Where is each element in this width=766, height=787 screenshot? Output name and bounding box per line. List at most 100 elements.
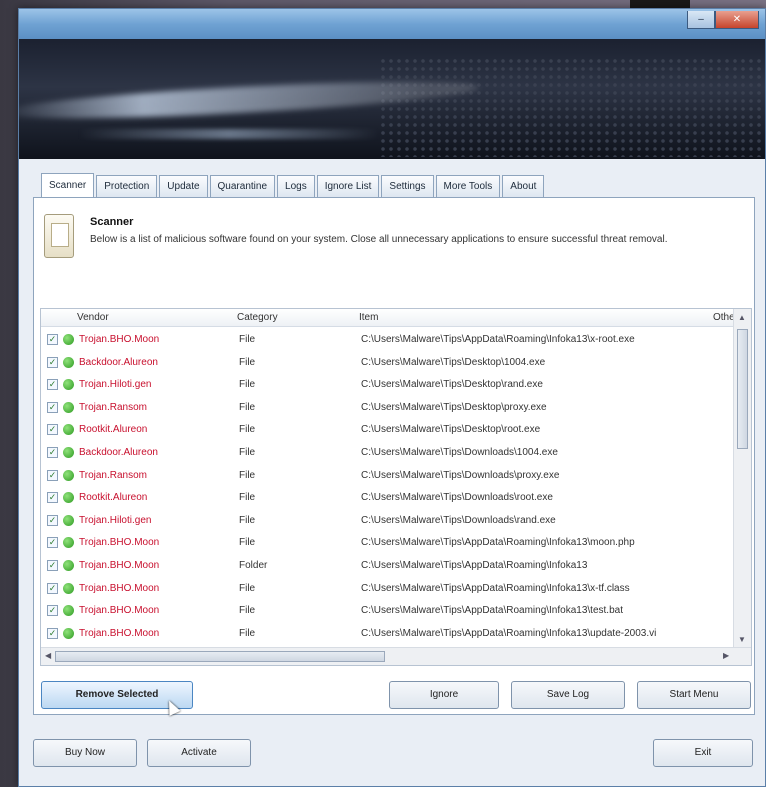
threat-status-icon — [63, 514, 74, 526]
row-checkbox[interactable]: ✓ — [47, 447, 58, 458]
row-checkbox[interactable]: ✓ — [47, 401, 58, 413]
threat-name: Rootkit.Alureon — [79, 492, 148, 504]
table-row[interactable]: ✓ Trojan.Ransom File C:\Users\Malware\Tips\… — [41, 397, 735, 419]
tab-protection[interactable]: Protection — [96, 175, 158, 197]
document-icon — [44, 214, 74, 258]
threat-name: Trojan.BHO.Moon — [79, 537, 160, 549]
threat-list: Vendor Category Item Other ✓ Trojan.BHO.M… — [40, 308, 752, 666]
scroll-down-icon[interactable]: ▼ — [738, 635, 746, 644]
ignore-button[interactable]: Ignore — [389, 681, 499, 709]
threat-status-icon — [63, 424, 74, 436]
scanner-title: Scanner — [90, 216, 134, 228]
threat-category: File — [239, 492, 256, 504]
threat-category: File — [239, 334, 256, 345]
close-button[interactable]: ✕ — [715, 11, 759, 29]
threat-name: Backdoor.Alureon — [79, 447, 158, 458]
tab-more-tools[interactable]: More Tools — [435, 175, 501, 197]
table-row[interactable]: ✓ Trojan.BHO.Moon File C:\Users\Malware\Tip… — [41, 532, 735, 554]
threat-name: Backdoor.Alureon — [79, 356, 158, 368]
row-checkbox[interactable]: ✓ — [47, 514, 58, 526]
row-checkbox[interactable]: ✓ — [47, 627, 58, 639]
threat-status-icon — [63, 469, 74, 481]
scanner-panel: Scanner Below is a list of malicious sof… — [33, 197, 755, 715]
row-checkbox[interactable]: ✓ — [47, 356, 58, 368]
table-row[interactable]: ✓ Trojan.BHO.Moon File C:\Users\Malware\Tip… — [41, 623, 735, 645]
threat-name: Trojan.BHO.Moon — [79, 334, 160, 345]
tab-update[interactable]: Update — [159, 175, 208, 197]
threat-name: Trojan.BHO.Moon — [79, 560, 160, 571]
horizontal-scrollbar[interactable]: ◀ ▶ — [41, 647, 751, 665]
horizontal-scroll-thumb[interactable] — [55, 651, 385, 662]
table-row[interactable]: ✓ Backdoor.Alureon File C:\Users\Malware\Ti… — [41, 442, 735, 464]
threat-name: Trojan.BHO.Moon — [79, 627, 160, 639]
tab-ignore-list[interactable]: Ignore List — [316, 175, 380, 197]
row-checkbox[interactable]: ✓ — [47, 605, 58, 617]
tab-quarantine[interactable]: Quarantine — [209, 175, 276, 197]
table-row[interactable]: ✓ Rootkit.Alureon File C:\Users\Malware\Tip… — [41, 487, 735, 509]
threat-status-icon — [63, 492, 74, 504]
banner-dot-pattern — [379, 57, 765, 157]
threat-item-path: C:\Users\Malware\Tips\Downloads\rand.exe — [361, 514, 556, 526]
threat-category: File — [239, 424, 256, 436]
table-row[interactable]: ✓ Trojan.BHO.Moon Folder C:\Users\Malware\T… — [41, 555, 735, 577]
threat-item-path: C:\Users\Malware\Tips\AppData\Roaming\In… — [361, 605, 623, 617]
scroll-left-icon[interactable]: ◀ — [45, 651, 51, 660]
threat-category: File — [239, 627, 256, 639]
column-vendor[interactable]: Vendor — [77, 312, 109, 323]
threat-name: Rootkit.Alureon — [79, 424, 148, 436]
row-checkbox[interactable]: ✓ — [47, 379, 58, 391]
tab-bar: Scanner Protection Update Quarantine Log… — [41, 173, 546, 197]
scroll-right-icon[interactable]: ▶ — [723, 651, 729, 660]
tab-settings[interactable]: Settings — [381, 175, 434, 197]
activate-button[interactable]: Activate — [147, 739, 251, 767]
scanner-info: Scanner Below is a list of malicious sof… — [38, 208, 750, 268]
threat-item-path: C:\Users\Malware\Tips\AppData\Roaming\In… — [361, 537, 635, 549]
table-row[interactable]: ✓ Rootkit.Alureon File C:\Users\Malware\Tip… — [41, 419, 735, 441]
table-row[interactable]: ✓ Backdoor.Alureon File C:\Users\Malware\Ti… — [41, 352, 735, 374]
threat-status-icon — [63, 605, 74, 617]
column-category[interactable]: Category — [237, 312, 278, 323]
start-menu-button[interactable]: Start Menu — [637, 681, 751, 709]
threat-item-path: C:\Users\Malware\Tips\Desktop\1004.exe — [361, 356, 546, 368]
table-row[interactable]: ✓ Trojan.Hiloti.gen File C:\Users\Malware\T… — [41, 510, 735, 532]
threat-item-path: C:\Users\Malware\Tips\Desktop\proxy.exe — [361, 401, 547, 413]
table-row[interactable]: ✓ Trojan.Ransom File C:\Users\Malware\Tips\… — [41, 465, 735, 487]
title-bar[interactable]: – ✕ — [19, 9, 765, 39]
row-checkbox[interactable]: ✓ — [47, 492, 58, 504]
window-controls: – ✕ — [687, 11, 759, 29]
threat-list-header: Vendor Category Item Other — [41, 309, 751, 327]
tab-logs[interactable]: Logs — [277, 175, 315, 197]
threat-status-icon — [63, 447, 74, 458]
row-checkbox[interactable]: ✓ — [47, 334, 58, 345]
minimize-button[interactable]: – — [687, 11, 715, 29]
threat-item-path: C:\Users\Malware\Tips\AppData\Roaming\In… — [361, 334, 635, 345]
table-row[interactable]: ✓ Trojan.BHO.Moon File C:\Users\Malware\Tip… — [41, 329, 735, 351]
row-checkbox[interactable]: ✓ — [47, 560, 58, 571]
threat-category: File — [239, 379, 256, 391]
tab-scanner[interactable]: Scanner — [41, 173, 95, 197]
threat-category: File — [239, 537, 256, 549]
scroll-up-icon[interactable]: ▲ — [738, 313, 746, 322]
save-log-button[interactable]: Save Log — [511, 681, 625, 709]
row-checkbox[interactable]: ✓ — [47, 469, 58, 481]
threat-item-path: C:\Users\Malware\Tips\AppData\Roaming\In… — [361, 627, 657, 639]
row-checkbox[interactable]: ✓ — [47, 424, 58, 436]
threat-category: File — [239, 401, 256, 413]
threat-item-path: C:\Users\Malware\Tips\Downloads\1004.exe — [361, 447, 558, 458]
row-checkbox[interactable]: ✓ — [47, 537, 58, 549]
row-checkbox[interactable]: ✓ — [47, 582, 58, 594]
threat-name: Trojan.Hiloti.gen — [79, 514, 152, 526]
table-row[interactable]: ✓ Trojan.Hiloti.gen File C:\Users\Malware\T… — [41, 374, 735, 396]
table-row[interactable]: ✓ Trojan.BHO.Moon File C:\Users\Malware\Tip… — [41, 600, 735, 622]
exit-button[interactable]: Exit — [653, 739, 753, 767]
tab-about[interactable]: About — [502, 175, 545, 197]
table-row[interactable]: ✓ Trojan.BHO.Moon File C:\Users\Malware\Tip… — [41, 578, 735, 600]
buy-now-button[interactable]: Buy Now — [33, 739, 137, 767]
threat-status-icon — [63, 379, 74, 391]
vertical-scrollbar[interactable]: ▲ ▼ — [733, 309, 751, 649]
threat-name: Trojan.BHO.Moon — [79, 605, 160, 617]
vertical-scroll-thumb[interactable] — [737, 329, 748, 449]
threat-item-path: C:\Users\Malware\Tips\Downloads\proxy.ex… — [361, 469, 560, 481]
column-item[interactable]: Item — [359, 312, 378, 323]
threat-name: Trojan.Ransom — [79, 469, 147, 481]
